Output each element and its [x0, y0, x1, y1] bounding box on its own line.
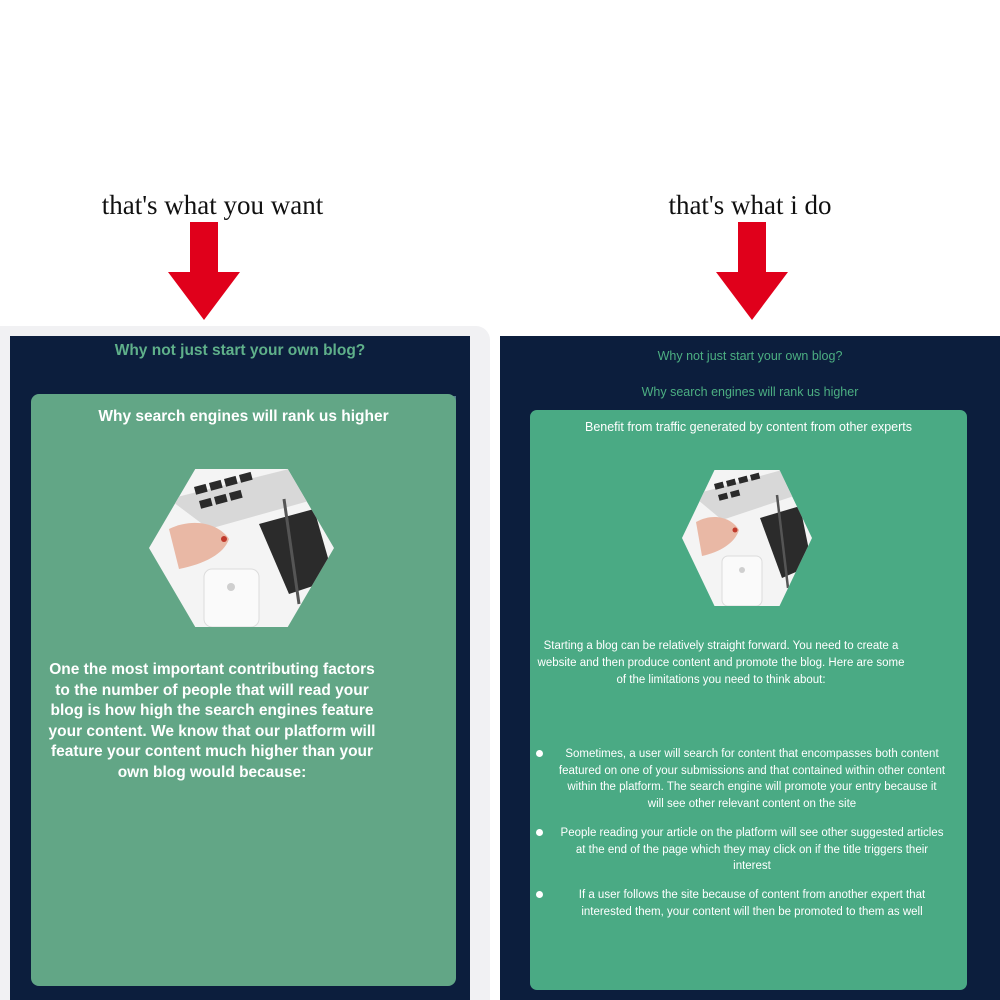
list-item-text: Sometimes, a user will search for conten…	[558, 748, 946, 811]
right-section-heading: Why not just start your own blog?	[657, 349, 843, 363]
laptop-notebook-hexagon-image	[682, 470, 812, 606]
right-card-title: Benefit from traffic generated by conten…	[584, 420, 913, 434]
caption-right: that's what i do	[668, 190, 832, 220]
right-info-card: Benefit from traffic generated by conten…	[530, 410, 967, 990]
arrow-down-icon	[716, 222, 788, 320]
left-card-body: One the most important contributing fact…	[48, 661, 376, 781]
list-item: People reading your article on the platf…	[530, 825, 946, 875]
laptop-notebook-hexagon-image	[149, 469, 334, 627]
caption-left: that's what you want	[101, 190, 324, 220]
limitations-list: Sometimes, a user will search for conten…	[530, 746, 967, 932]
left-info-card: Why search engines will rank us higher O…	[31, 394, 456, 986]
list-item: Sometimes, a user will search for conten…	[530, 746, 946, 813]
bullet-icon	[536, 750, 543, 757]
right-card-intro: Starting a blog can be relatively straig…	[537, 640, 905, 686]
left-card-title: Why search engines will rank us higher	[98, 408, 389, 425]
bullet-icon	[536, 890, 543, 898]
arrow-down-icon	[168, 222, 240, 320]
left-section-heading: Why not just start your own blog?	[114, 342, 366, 359]
bullet-icon	[536, 828, 543, 836]
list-item-text: If a user follows the site because of co…	[578, 888, 926, 918]
list-item: If a user follows the site because of co…	[530, 887, 946, 920]
right-section-subheading: Why search engines will rank us higher	[641, 385, 859, 399]
list-item-text: People reading your article on the platf…	[560, 826, 944, 873]
